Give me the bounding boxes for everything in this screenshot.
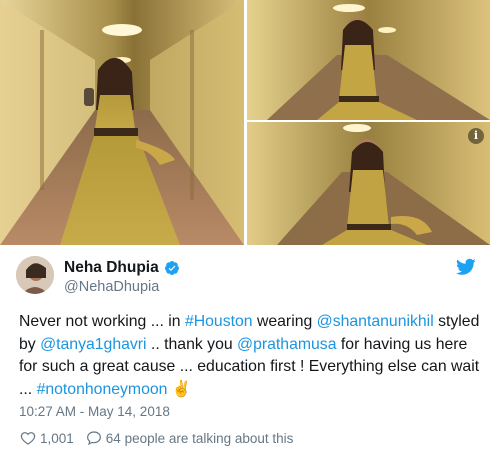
tweet-photo-1[interactable] <box>0 0 244 245</box>
mention-link[interactable]: @prathamusa <box>237 336 336 353</box>
author-handle[interactable]: @NehaDhupia <box>64 279 159 295</box>
like-action[interactable]: 1,001 <box>20 430 74 446</box>
hashtag-link[interactable]: #notonhoneymoon <box>37 381 168 398</box>
like-count: 1,001 <box>40 430 74 446</box>
tweet-photo-2[interactable] <box>247 0 490 120</box>
tweet-header: Neha Dhupia @NehaDhupia <box>16 256 476 300</box>
avatar[interactable] <box>16 256 54 294</box>
tweet-photo-3[interactable]: i <box>247 122 490 245</box>
author-display-name[interactable]: Neha Dhupia <box>64 259 159 277</box>
photo-grid: i <box>0 0 490 245</box>
mention-link[interactable]: @tanya1ghavri <box>40 336 147 353</box>
twitter-bird-icon[interactable] <box>456 258 476 276</box>
tweet-actions: 1,001 64 people are talking about this <box>20 430 305 446</box>
speech-bubble-icon <box>86 431 101 446</box>
mention-link[interactable]: @shantanunikhil <box>317 313 434 330</box>
tweet-text: Never not working ... in #Houston wearin… <box>19 311 484 401</box>
tweet-text-segment: wearing <box>252 313 317 330</box>
tweet-text-segment: Never not working ... in <box>19 313 185 330</box>
tweet-timestamp[interactable]: 10:27 AM - May 14, 2018 <box>19 404 170 419</box>
info-icon[interactable]: i <box>468 128 484 144</box>
verified-badge-icon <box>164 261 179 275</box>
author-name-row[interactable]: Neha Dhupia <box>64 259 180 277</box>
heart-icon <box>20 432 36 445</box>
tweet-text-segment: .. thank you <box>146 335 238 353</box>
reply-action[interactable]: 64 people are talking about this <box>86 430 294 446</box>
reply-text: 64 people are talking about this <box>105 430 294 446</box>
tweet-text-segment: ✌️ <box>167 380 192 398</box>
hashtag-link[interactable]: #Houston <box>185 313 253 330</box>
tweet-card: i Neha Dhupia @NehaDhupia Never not work… <box>0 0 490 454</box>
